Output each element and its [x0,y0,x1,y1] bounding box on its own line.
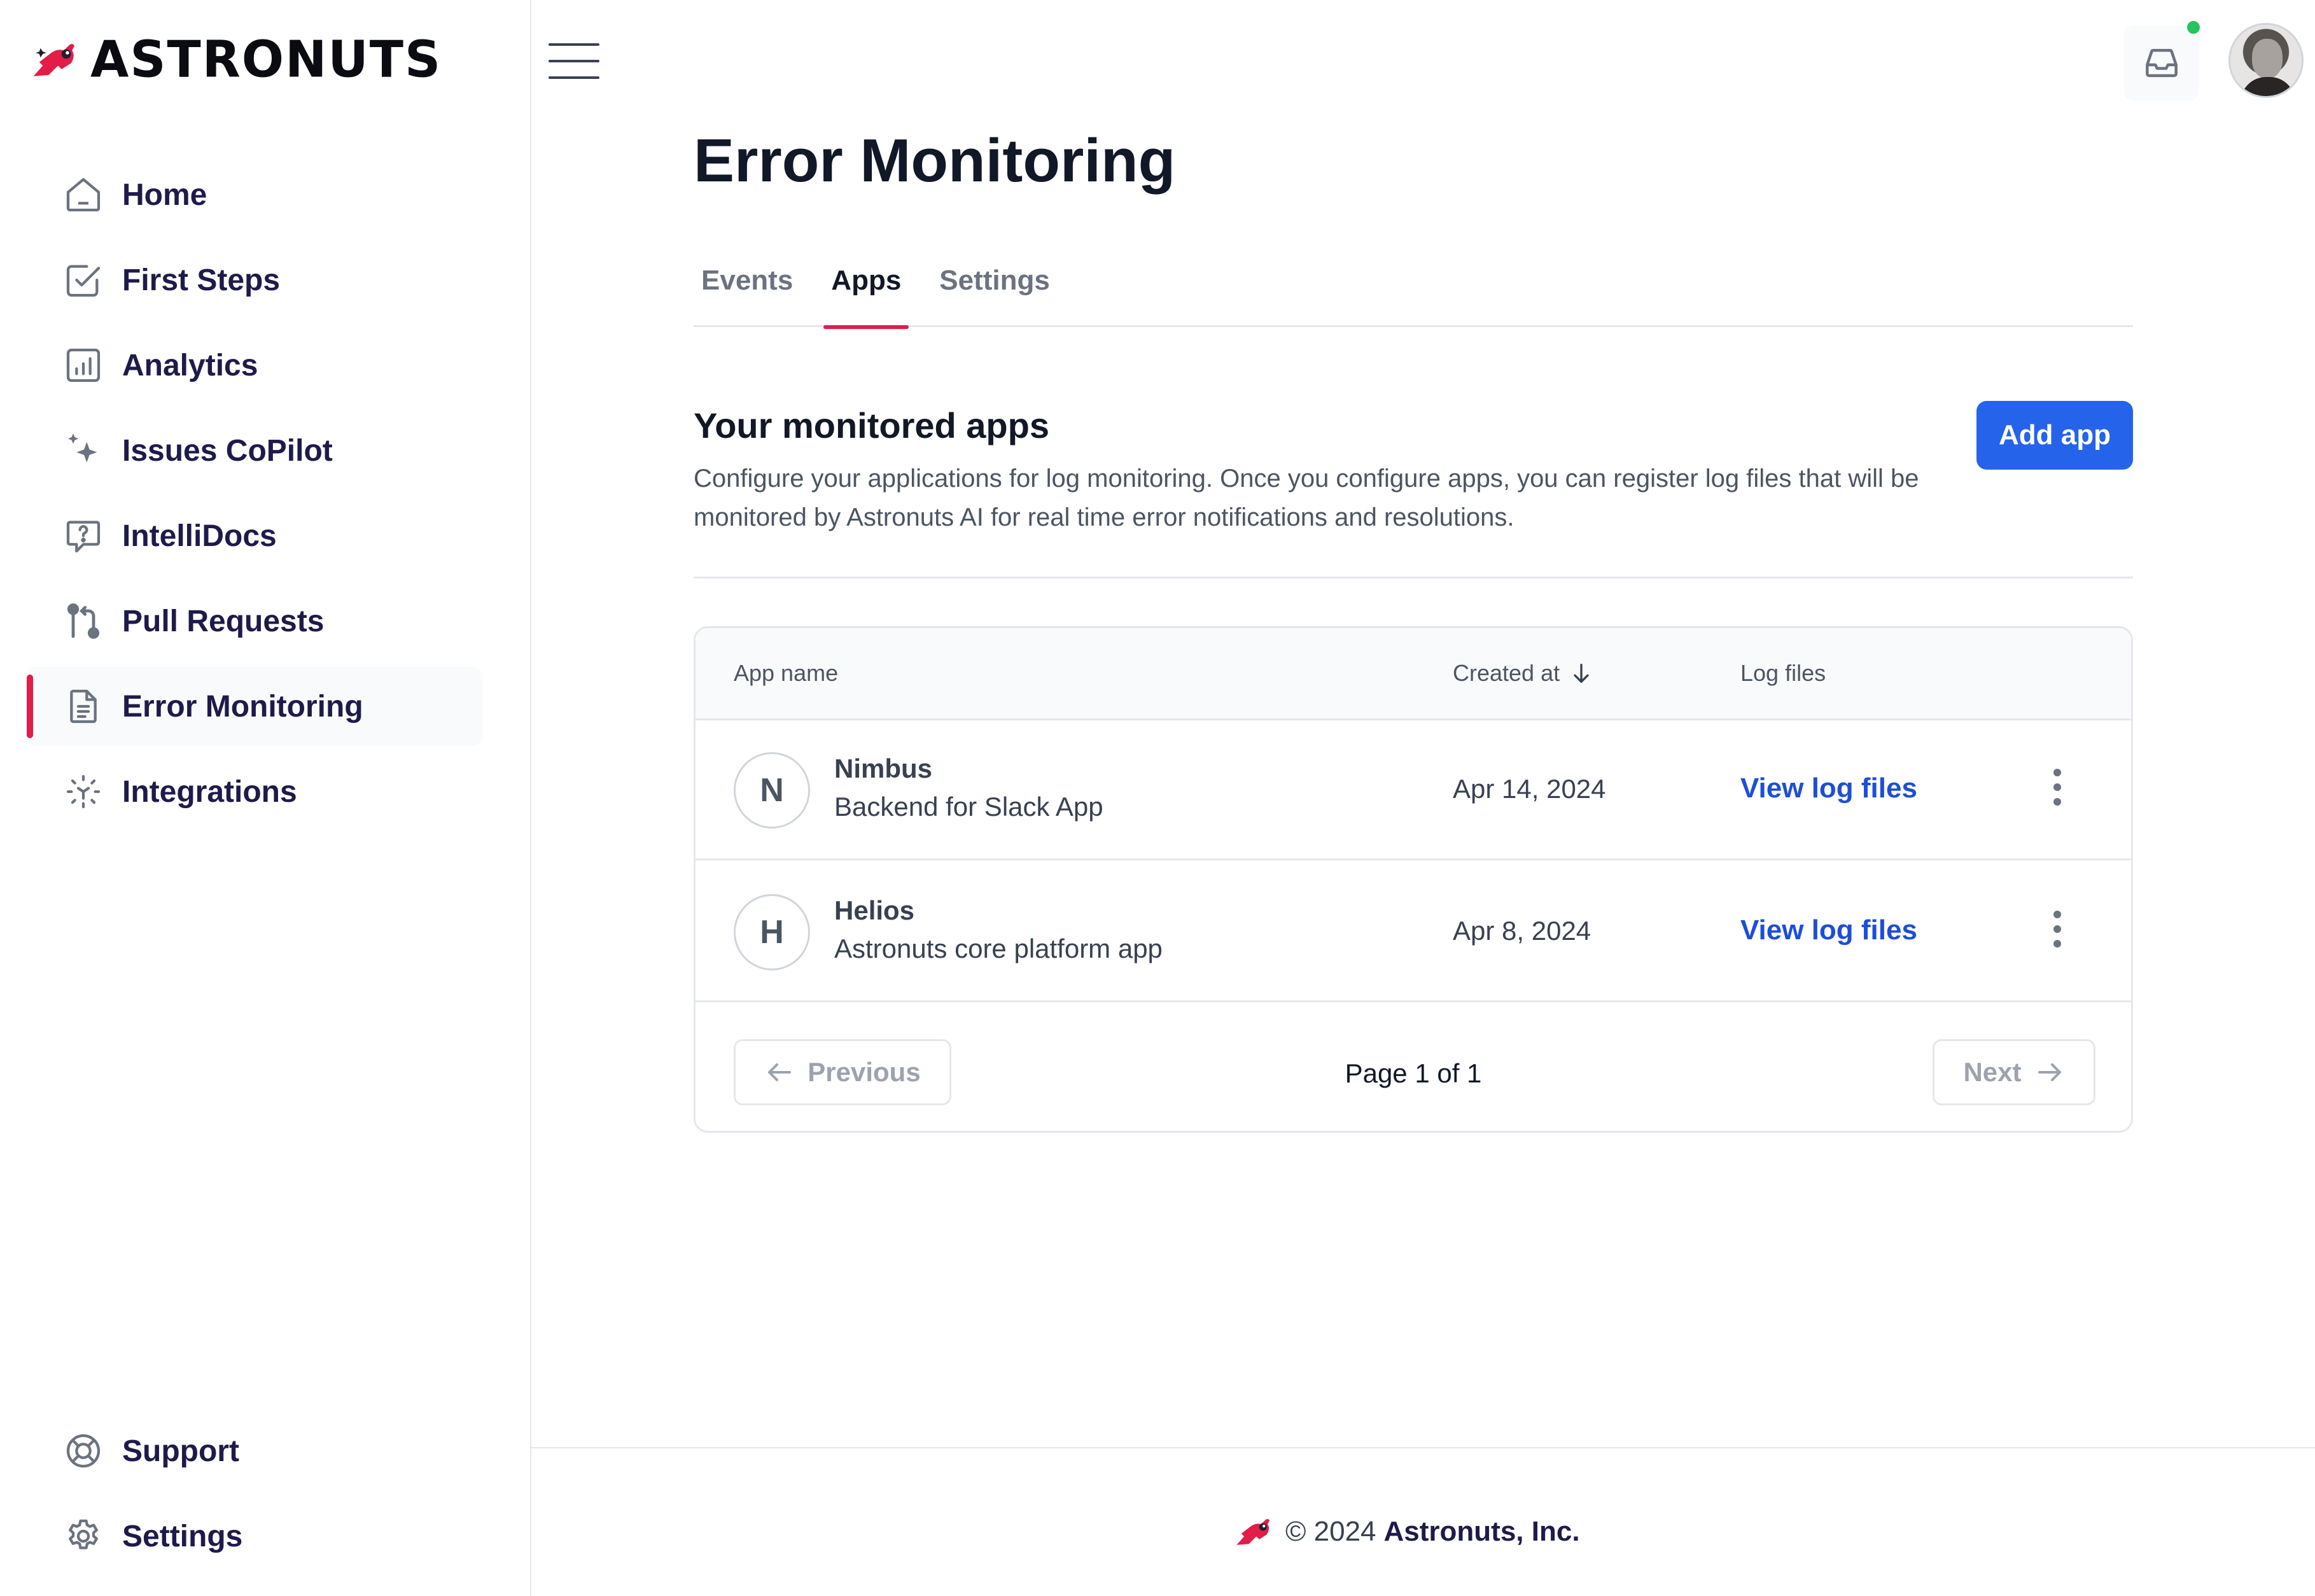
page-indicator: Page 1 of 1 [1345,1058,1482,1088]
sidebar-item-label: IntelliDocs [122,519,277,553]
view-log-files-link[interactable]: View log files [1740,914,1917,946]
app-created-date: Apr 14, 2024 [1453,774,1606,804]
column-header-label: Created at [1453,660,1560,686]
sidebar-item-first-steps[interactable]: First Steps [27,241,482,319]
sidebar-item-home[interactable]: Home [27,155,482,234]
table-row: H Helios Astronuts core platform app Apr… [696,862,2131,1002]
app-initial-avatar: N [734,752,810,829]
inbox-button[interactable] [2124,25,2199,101]
document-icon [61,684,106,729]
sidebar-item-issues-copilot[interactable]: Issues CoPilot [27,411,482,490]
app-created-date: Apr 8, 2024 [1453,916,1591,946]
sidebar-item-label: Pull Requests [122,604,325,638]
tab-bar: Events Apps Settings [694,256,2133,329]
inbox-icon [2146,48,2178,78]
section-description: Configure your applications for log moni… [694,465,1919,531]
column-header-label: App name [734,660,839,686]
view-log-files-link[interactable]: View log files [1740,773,1917,804]
section-title: Your monitored apps [694,405,1049,445]
sidebar-nav: Home First Steps Analytics Issues CoPilo… [27,155,482,837]
sparkles-icon [61,428,106,473]
section-divider [694,577,2133,578]
kebab-dot [2053,911,2061,918]
sidebar-item-analytics[interactable]: Analytics [27,326,482,405]
sidebar-item-label: Issues CoPilot [122,433,333,468]
sidebar-item-settings[interactable]: Settings [27,1497,482,1576]
tab-apps[interactable]: Apps [823,256,909,329]
hamburger-line [549,60,599,62]
astronaut-logo-icon [33,44,74,76]
hamburger-line [549,43,599,46]
kebab-dot [2053,783,2061,791]
git-pull-request-icon [61,599,106,643]
brand-logo[interactable]: ASTRONUTS [23,31,442,89]
app-description: Backend for Slack App [834,792,1103,822]
bar-chart-icon [61,343,106,388]
arrow-down-icon [1574,664,1589,683]
sidebar-item-label: Analytics [122,348,258,382]
sidebar-item-label: First Steps [122,263,281,297]
footer: © 2024 Astronuts, Inc. [1228,1508,1580,1555]
add-app-button[interactable]: Add app [1976,401,2133,470]
next-page-button[interactable]: Next [1933,1039,2095,1105]
app-name: Helios [834,895,915,925]
brand-name: ASTRONUTS [90,31,442,89]
integrations-icon [61,769,106,814]
table-header: App name Created at Log files [696,628,2131,720]
gear-icon [61,1514,106,1558]
column-header-label: Log files [1740,660,1826,686]
lifebuoy-icon [61,1429,106,1473]
table-row: N Nimbus Backend for Slack App Apr 14, 2… [696,720,2131,860]
row-menu-button[interactable] [2043,907,2071,951]
sidebar-item-integrations[interactable]: Integrations [27,752,482,831]
column-header-app-name: App name [734,660,838,687]
footer-divider [531,1447,2315,1448]
column-header-log-files: Log files [1740,660,1826,687]
kebab-dot [2053,798,2061,806]
sidebar-item-label: Home [122,178,207,212]
sidebar-item-pull-requests[interactable]: Pull Requests [27,582,482,661]
app-description: Astronuts core platform app [834,934,1163,963]
hamburger-line [549,76,599,79]
sidebar-item-label: Settings [122,1519,243,1553]
next-label: Next [1963,1057,2022,1087]
copyright-text: © 2024 [1285,1516,1376,1547]
kebab-dot [2053,769,2061,776]
tab-settings[interactable]: Settings [932,256,1058,327]
apps-table: App name Created at Log files N Nimbus B… [694,626,2133,1133]
avatar-face [2252,39,2283,78]
tab-events[interactable]: Events [694,256,801,327]
user-avatar[interactable] [2228,23,2304,98]
app-initial-avatar: H [734,894,810,970]
menu-toggle-button[interactable] [549,43,599,79]
sidebar-bottom-nav: Support Settings [27,1411,482,1582]
notification-status-dot [2185,19,2202,36]
avatar-body [2241,77,2295,96]
question-chat-icon [61,514,106,558]
checkbox-icon [61,258,106,302]
column-header-created-at[interactable]: Created at [1453,660,1594,687]
astronaut-logo-icon [1236,1519,1270,1545]
home-icon [61,172,106,217]
sidebar-item-label: Support [122,1434,239,1468]
sidebar-item-label: Error Monitoring [122,689,363,724]
kebab-dot [2053,940,2061,948]
kebab-dot [2053,925,2061,933]
page-title: Error Monitoring [694,127,1176,195]
sidebar-item-support[interactable]: Support [27,1411,482,1490]
app-name: Nimbus [834,753,933,783]
sidebar-item-label: Integrations [122,774,297,809]
sidebar-item-intellidocs[interactable]: IntelliDocs [27,496,482,575]
pagination: Previous Page 1 of 1 Next [696,1004,2131,1131]
row-menu-button[interactable] [2043,765,2071,809]
sidebar: ASTRONUTS Home First Steps Analytics Iss… [0,0,531,1596]
sidebar-item-error-monitoring[interactable]: Error Monitoring [27,667,482,746]
arrow-right-icon [2038,1063,2061,1081]
company-name: Astronuts, Inc. [1383,1516,1580,1547]
